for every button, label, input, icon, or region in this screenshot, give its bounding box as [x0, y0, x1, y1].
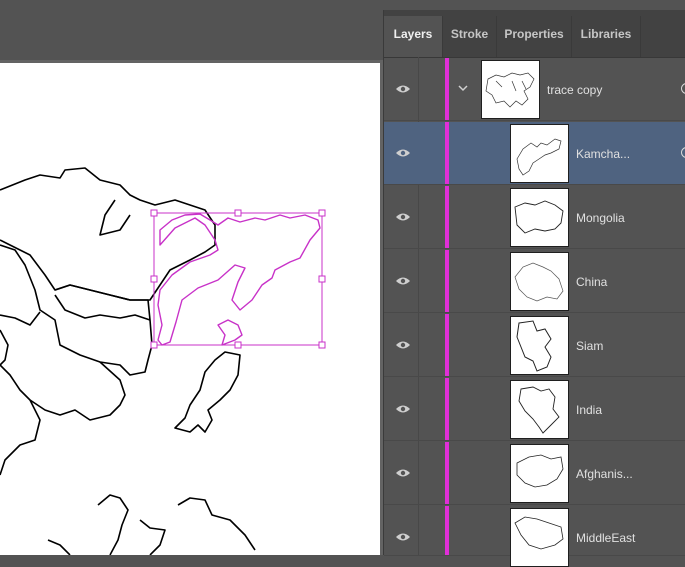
layer-thumbnail	[510, 316, 569, 375]
eye-icon[interactable]	[395, 403, 411, 415]
target-circle-icon[interactable]	[681, 147, 685, 158]
layer-thumbnail	[481, 60, 540, 119]
layer-name[interactable]: trace copy	[547, 83, 602, 97]
layer-color-bar	[445, 58, 449, 120]
layer-color-bar	[445, 122, 449, 184]
layer-name[interactable]: China	[576, 275, 607, 289]
tab-stroke[interactable]: Stroke	[443, 16, 497, 57]
region-outline-south-2	[139, 519, 166, 555]
region-outline-kamchatka	[157, 213, 321, 346]
layer-row-middleeast[interactable]: MiddleEast	[384, 506, 685, 567]
eye-icon[interactable]	[395, 275, 411, 287]
canvas-top-bar	[0, 0, 383, 60]
region-outline-river-1	[99, 199, 131, 236]
layer-thumbnail	[510, 508, 569, 567]
layer-thumbnail	[510, 444, 569, 503]
layer-name[interactable]: Siam	[576, 339, 603, 353]
layer-name[interactable]: Afghanis...	[576, 467, 633, 481]
eye-icon[interactable]	[395, 147, 411, 159]
eye-icon[interactable]	[395, 211, 411, 223]
layer-name[interactable]: Mongolia	[576, 211, 625, 225]
tab-properties[interactable]: Properties	[497, 16, 572, 57]
eye-icon[interactable]	[395, 83, 411, 95]
layers-panel: Layers Stroke Properties Libraries trace…	[383, 10, 685, 567]
layer-color-bar	[445, 378, 449, 440]
artboard[interactable]	[0, 63, 380, 555]
region-outline-south-3	[177, 497, 256, 551]
chevron-down-icon[interactable]	[458, 85, 468, 92]
region-outline-japan	[174, 351, 241, 433]
region-outline-siam	[0, 361, 126, 421]
layer-color-bar	[445, 314, 449, 376]
panel-tab-bar: Layers Stroke Properties Libraries	[384, 10, 685, 58]
layer-color-bar	[445, 506, 449, 555]
layer-thumbnail	[510, 188, 569, 247]
layer-row-kamchatka[interactable]: Kamcha...	[384, 122, 685, 185]
target-circle-icon[interactable]	[681, 83, 685, 94]
eye-icon[interactable]	[395, 531, 411, 543]
eye-icon[interactable]	[395, 467, 411, 479]
layer-thumbnail	[510, 124, 569, 183]
map-artwork[interactable]	[0, 63, 380, 555]
region-outline-korea	[0, 311, 41, 326]
region-outline-indochina	[0, 399, 41, 476]
layer-row-afghanistan[interactable]: Afghanis...	[384, 442, 685, 505]
layer-color-bar	[445, 442, 449, 504]
region-outline-south-1	[97, 494, 129, 555]
tab-layers[interactable]: Layers	[384, 16, 443, 57]
selection-bounding-box[interactable]	[150, 209, 326, 349]
eye-icon[interactable]	[395, 339, 411, 351]
region-outline-river-2	[54, 294, 151, 321]
region-outline-mongolia	[0, 167, 216, 301]
layer-color-bar	[445, 250, 449, 312]
region-outline-china	[0, 244, 153, 376]
layer-row-siam[interactable]: Siam	[384, 314, 685, 377]
tab-libraries[interactable]: Libraries	[572, 16, 641, 57]
region-outline-south-4	[47, 539, 71, 555]
layer-row-china[interactable]: China	[384, 250, 685, 313]
region-outline-kamchatka-tail	[217, 319, 243, 346]
layer-row-trace-copy[interactable]: trace copy	[384, 58, 685, 121]
layer-name[interactable]: Kamcha...	[576, 147, 630, 161]
layer-name[interactable]: India	[576, 403, 602, 417]
layer-row-mongolia[interactable]: Mongolia	[384, 186, 685, 249]
layer-color-bar	[445, 186, 449, 248]
layer-row-india[interactable]: India	[384, 378, 685, 441]
layer-thumbnail	[510, 380, 569, 439]
layer-name[interactable]: MiddleEast	[576, 531, 635, 545]
region-outline-india	[0, 329, 9, 366]
layer-thumbnail	[510, 252, 569, 311]
